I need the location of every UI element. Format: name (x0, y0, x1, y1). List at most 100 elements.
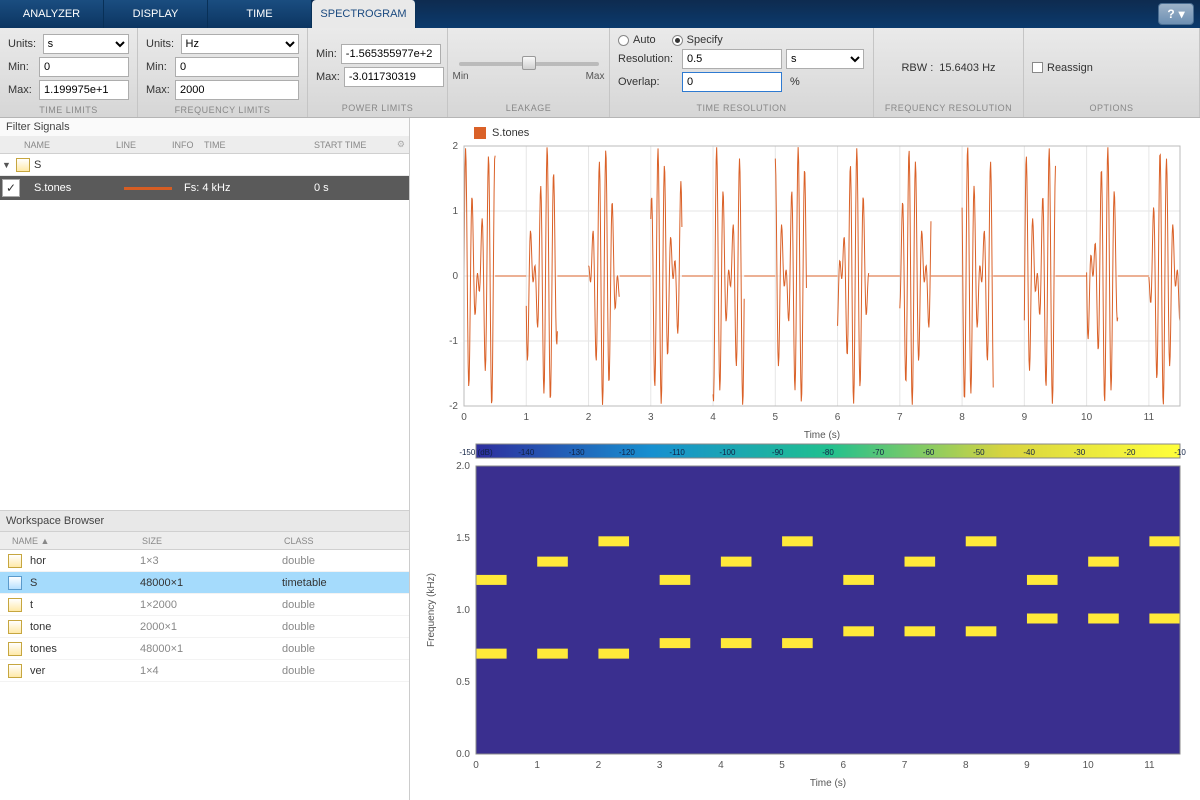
table-icon (16, 158, 30, 172)
power-max-input[interactable] (344, 67, 444, 87)
svg-text:1.0: 1.0 (456, 605, 470, 616)
svg-text:-110: -110 (669, 448, 685, 457)
auto-radio[interactable]: Auto (618, 34, 656, 46)
svg-text:2: 2 (452, 142, 458, 152)
svg-text:-120: -120 (619, 448, 636, 457)
svg-text:7: 7 (902, 760, 908, 771)
workspace-row[interactable]: t1×2000double (0, 594, 409, 616)
gear-icon[interactable]: ⚙ (397, 139, 405, 150)
time-units-select[interactable]: s (43, 34, 129, 54)
workspace-browser-title: Workspace Browser (0, 510, 409, 532)
svg-text:1: 1 (452, 206, 458, 217)
label-min: Min: (146, 61, 171, 73)
overlap-input[interactable] (682, 72, 782, 92)
panel-power-limits: Min: Max: POWER LIMITS (308, 28, 448, 117)
disclosure-icon[interactable]: ▼ (2, 160, 12, 170)
svg-text:0.0: 0.0 (456, 749, 470, 760)
label-max: Max: (8, 84, 35, 96)
var-icon (8, 554, 22, 568)
time-max-input[interactable] (39, 80, 129, 100)
svg-text:11: 11 (1144, 412, 1155, 423)
svg-text:-60: -60 (923, 448, 935, 457)
svg-text:1.5: 1.5 (456, 533, 470, 544)
svg-text:0: 0 (461, 412, 467, 423)
leakage-slider[interactable]: MinMax (459, 54, 599, 82)
time-min-input[interactable] (39, 57, 129, 77)
specify-radio[interactable]: Specify (672, 34, 723, 46)
panel-title: OPTIONS (1032, 101, 1191, 117)
svg-text:-2: -2 (449, 401, 458, 412)
freq-min-input[interactable] (175, 57, 299, 77)
svg-text:Time (s): Time (s) (804, 430, 840, 441)
tab-time[interactable]: TIME (208, 0, 312, 28)
resolution-input[interactable] (682, 49, 782, 69)
resolution-units-select[interactable]: s (786, 49, 864, 69)
label-resolution: Resolution: (618, 53, 678, 65)
freq-max-input[interactable] (175, 80, 299, 100)
workspace-row[interactable]: tone2000×1double (0, 616, 409, 638)
panel-title: POWER LIMITS (316, 101, 439, 117)
help-button[interactable]: ? ▾ (1158, 3, 1194, 25)
panel-title: FREQUENCY RESOLUTION (882, 101, 1015, 117)
svg-text:4: 4 (718, 760, 724, 771)
workspace-row[interactable]: ver1×4double (0, 660, 409, 682)
legend-swatch (474, 127, 486, 139)
tab-spectrogram[interactable]: SPECTROGRAM (312, 0, 416, 28)
svg-text:-40: -40 (1023, 448, 1035, 457)
workspace-row[interactable]: tones48000×1double (0, 638, 409, 660)
svg-text:-100: -100 (719, 448, 736, 457)
time-plot[interactable]: -2-101201234567891011Time (s) (420, 142, 1190, 442)
svg-text:4: 4 (710, 412, 716, 423)
svg-text:0: 0 (452, 271, 458, 282)
display-panel: S.tones -2-101201234567891011Time (s) -1… (410, 118, 1200, 800)
checkbox-label: Reassign (1047, 62, 1093, 74)
signal-info: Fs: 4 kHz (178, 182, 308, 194)
label-rbw: RBW : (901, 62, 933, 74)
spectrogram-plot[interactable]: -150 (dB)-140-130-120-110-100-90-80-70-6… (420, 442, 1190, 790)
svg-text:10: 10 (1083, 760, 1095, 771)
reassign-checkbox[interactable]: Reassign (1032, 62, 1093, 74)
radio-label: Auto (633, 34, 656, 46)
rbw-value: 15.6403 Hz (939, 62, 995, 74)
svg-text:6: 6 (841, 760, 847, 771)
chevron-down-icon: ▾ (1179, 7, 1185, 21)
tab-analyzer[interactable]: ANALYZER (0, 0, 104, 28)
freq-units-select[interactable]: Hz (181, 34, 299, 54)
svg-text:-1: -1 (449, 336, 458, 347)
panel-title: TIME LIMITS (8, 103, 129, 119)
workspace-table-header: NAME ▲ SIZE CLASS (0, 532, 409, 550)
signal-row[interactable]: ✓ S.tones Fs: 4 kHz 0 s (0, 176, 409, 200)
svg-text:2.0: 2.0 (456, 461, 470, 472)
panel-time-resolution: Auto Specify Resolution: s Overlap: % TI… (610, 28, 874, 117)
tab-display[interactable]: DISPLAY (104, 0, 208, 28)
chart-legend: S.tones (420, 124, 1190, 142)
svg-text:-90: -90 (772, 448, 784, 457)
workspace-row[interactable]: S48000×1timetable (0, 572, 409, 594)
svg-text:9: 9 (1022, 412, 1028, 423)
signal-checkbox[interactable]: ✓ (2, 179, 20, 197)
svg-text:1: 1 (534, 760, 540, 771)
svg-text:2: 2 (596, 760, 602, 771)
svg-text:0: 0 (473, 760, 479, 771)
svg-text:7: 7 (897, 412, 903, 423)
label-units: Units: (146, 38, 177, 50)
svg-text:5: 5 (779, 760, 785, 771)
workspace-row[interactable]: hor1×3double (0, 550, 409, 572)
svg-text:2: 2 (586, 412, 592, 423)
power-min-input[interactable] (341, 44, 441, 64)
label-max: Max: (316, 71, 340, 83)
panel-time-limits: Units: s Min: Max: TIME LIMITS (0, 28, 138, 117)
slider-max-label: Max (586, 71, 605, 82)
left-panel: Filter Signals NAME LINE INFO TIME START… (0, 118, 410, 800)
svg-text:-20: -20 (1124, 448, 1136, 457)
signal-start: 0 s (308, 182, 409, 194)
svg-text:5: 5 (773, 412, 779, 423)
workspace-rows: hor1×3doubleS48000×1timetablet1×2000doub… (0, 550, 409, 682)
signal-group-row[interactable]: ▼ S (0, 154, 409, 176)
svg-text:-30: -30 (1074, 448, 1086, 457)
label-min: Min: (8, 61, 35, 73)
var-icon (8, 642, 22, 656)
signal-group-name: S (34, 159, 41, 171)
svg-text:-80: -80 (822, 448, 834, 457)
svg-text:9: 9 (1024, 760, 1030, 771)
